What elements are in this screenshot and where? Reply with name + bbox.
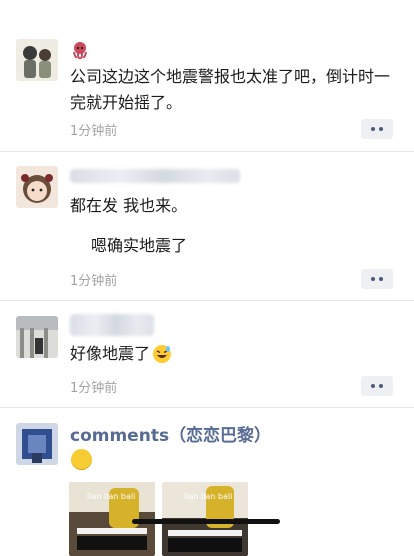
- more-icon: [371, 277, 375, 281]
- post-text-line: 嗯确实地震了: [91, 236, 188, 255]
- more-icon: [371, 127, 375, 131]
- more-button[interactable]: [361, 119, 393, 139]
- yellow-circle-emoji-icon: [71, 449, 92, 470]
- avatar[interactable]: [16, 39, 58, 81]
- feed-post: 好像地震了 1分钟前: [0, 300, 414, 408]
- media-caption: lian lian bali: [87, 492, 136, 501]
- nickname[interactable]: comments（恋恋巴黎）: [70, 421, 271, 446]
- more-button[interactable]: [361, 376, 393, 396]
- post-time: 1分钟前: [70, 381, 118, 396]
- feed-post: 都在发 我也来。 嗯确实地震了 1分钟前: [0, 151, 414, 301]
- avatar[interactable]: [16, 316, 58, 358]
- octopus-icon: [70, 40, 90, 60]
- avatar[interactable]: [16, 423, 58, 465]
- blurred-nickname: [70, 169, 240, 183]
- avatar[interactable]: [16, 166, 58, 208]
- grinning-sweat-emoji-icon: [152, 344, 172, 364]
- post-time: 1分钟前: [70, 274, 118, 289]
- post-text: 公司这边这个地震警报也太准了吧，倒计时一完就开始摇了。: [70, 67, 391, 112]
- post-time: 1分钟前: [70, 124, 118, 139]
- home-indicator[interactable]: [132, 519, 280, 524]
- post-text-row: 好像地震了: [70, 341, 400, 367]
- nickname-row[interactable]: [70, 165, 240, 187]
- blurred-nickname: [70, 314, 154, 336]
- feed-post: comments（恋恋巴黎） lian lian bali lian lian …: [0, 407, 414, 556]
- more-icon: [371, 384, 375, 388]
- feed-post: 公司这边这个地震警报也太准了吧，倒计时一完就开始摇了。 1分钟前: [0, 0, 414, 152]
- post-text: 好像地震了: [70, 344, 151, 363]
- post-text: 都在发 我也来。: [70, 196, 188, 215]
- nickname-row[interactable]: [70, 314, 154, 336]
- nickname-row[interactable]: [70, 39, 90, 61]
- nickname-row[interactable]: comments（恋恋巴黎）: [70, 421, 271, 446]
- more-button[interactable]: [361, 269, 393, 289]
- media-caption: lian lian bali: [184, 492, 233, 501]
